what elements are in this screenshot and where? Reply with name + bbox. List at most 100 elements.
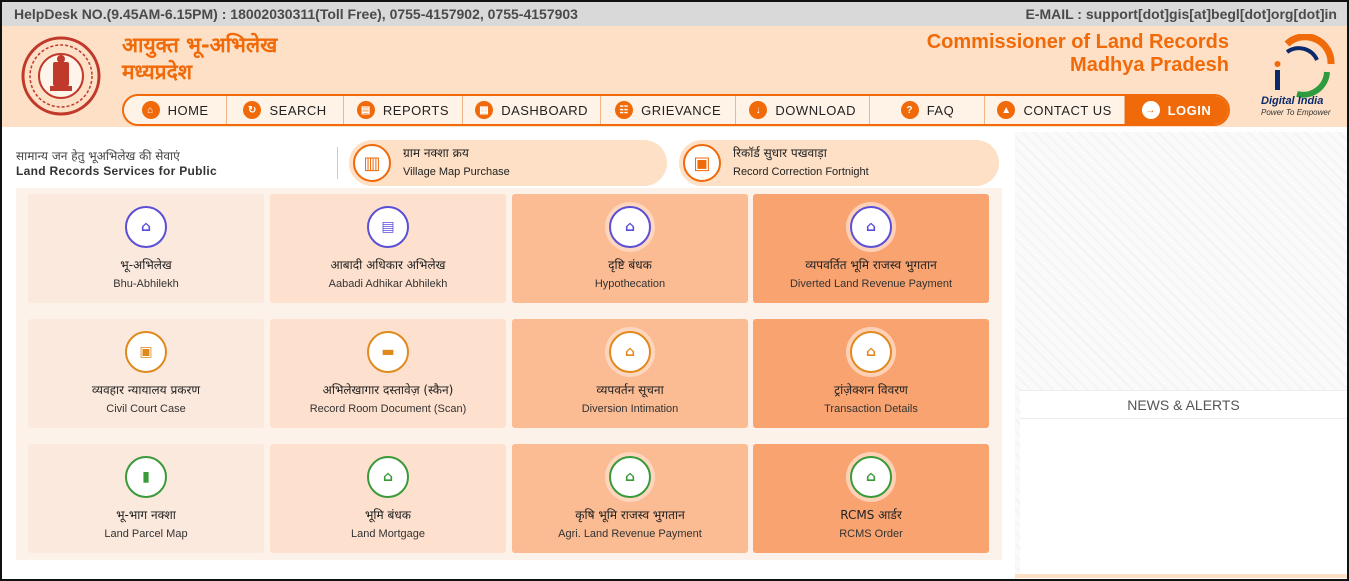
pill-english-label: Record Correction Fortnight (733, 166, 869, 178)
english-title-line1: Commissioner of Land Records (926, 31, 1229, 53)
nav-download[interactable]: ↓ DOWNLOAD (736, 96, 871, 124)
home-icon: ⌂ (850, 206, 892, 248)
nav-download-label: DOWNLOAD (775, 102, 856, 118)
building-icon: ▣ (683, 144, 721, 182)
divider (337, 147, 338, 179)
site-header: आयुक्त भू-अभिलेख मध्यप्रदेश Commissioner… (2, 26, 1347, 127)
tile-hindi-label: भू-अभिलेख (120, 258, 172, 272)
nav-home-label: HOME (167, 102, 209, 118)
document-icon: ▤ (356, 101, 375, 119)
mp-emblem-logo[interactable] (17, 34, 105, 118)
services-heading-english: Land Records Services for Public (16, 164, 217, 178)
helpdesk-text: HelpDesk NO.(9.45AM-6.15PM) : 1800203031… (14, 6, 578, 22)
pill-hindi-label: ग्राम नक्शा क्रय (403, 146, 469, 160)
tile-hindi-label: व्यपवर्तित भूमि राजस्व भुगतान (805, 258, 937, 272)
nav-grievance[interactable]: ☷ GRIEVANCE (601, 96, 736, 124)
tile-agri-land-revenue-payment[interactable]: ⌂ कृषि भूमि राजस्व भुगतान Agri. Land Rev… (512, 444, 748, 553)
services-grid: ⌂ भू-अभिलेख Bhu-Abhilekh ▤ आबादी अधिकार … (16, 188, 1002, 560)
tile-land-parcel-map[interactable]: ▮ भू-भाग नक्शा Land Parcel Map (28, 444, 264, 553)
nav-home[interactable]: ⌂ HOME (124, 96, 228, 124)
home-icon: ⌂ (609, 456, 651, 498)
services-heading: सामान्य जन हेतु भूअभिलेख की सेवाएं Land … (16, 149, 217, 179)
email-text: E-MAIL : support[dot]gis[at]begl[dot]org… (1025, 6, 1337, 22)
tile-hindi-label: अभिलेखागार दस्तावेज़ (स्कैन) (322, 383, 454, 397)
home-icon: ⌂ (850, 456, 892, 498)
tile-english-label: Diverted Land Revenue Payment (789, 278, 953, 290)
pill-english-label: Village Map Purchase (403, 166, 510, 178)
digital-india-label: Digital India (1261, 95, 1324, 107)
faq-icon: ? (900, 101, 919, 119)
tile-hindi-label: कृषि भूमि राजस्व भुगतान (575, 508, 685, 522)
folder-icon: ▬ (367, 331, 409, 373)
tile-english-label: Hypothecation (594, 278, 666, 290)
tile-english-label: Record Room Document (Scan) (309, 403, 467, 415)
tile-hindi-label: भू-भाग नक्शा (116, 508, 176, 522)
chat-icon: ☷ (615, 101, 634, 119)
tile-hindi-label: व्यपवर्तन सूचना (596, 383, 664, 397)
tile-english-label: Transaction Details (824, 403, 918, 415)
tile-hypothecation[interactable]: ⌂ दृष्टि बंधक Hypothecation (512, 194, 748, 303)
nav-reports-label: REPORTS (382, 102, 449, 118)
tile-english-label: Civil Court Case (106, 403, 186, 415)
nav-reports[interactable]: ▤ REPORTS (344, 96, 463, 124)
tile-english-label: Diversion Intimation (581, 403, 679, 415)
home-icon: ⌂ (609, 206, 651, 248)
village-map-purchase-button[interactable]: ▥ ग्राम नक्शा क्रय Village Map Purchase (349, 140, 667, 186)
nav-contact-us[interactable]: ▲ CONTACT US (985, 96, 1125, 124)
nav-dashboard[interactable]: ▦ DASHBOARD (463, 96, 602, 124)
hindi-title-line2: मध्यप्रदेश (122, 60, 193, 84)
news-alerts-title: NEWS & ALERTS (1020, 391, 1347, 419)
tile-english-label: Land Mortgage (351, 528, 425, 540)
tile-english-label: Land Parcel Map (104, 528, 188, 540)
map-icon: ▥ (353, 144, 391, 182)
calendar-icon: ▤ (367, 206, 409, 248)
home-icon: ⌂ (609, 331, 651, 373)
tile-hindi-label: दृष्टि बंधक (608, 258, 652, 272)
services-heading-hindi: सामान्य जन हेतु भूअभिलेख की सेवाएं (16, 149, 180, 163)
nav-dashboard-label: DASHBOARD (501, 102, 589, 118)
pill-hindi-label: रिकॉर्ड सुधार पखवाड़ा (733, 146, 827, 160)
tile-civil-court-case[interactable]: ▣ व्यवहार न्यायालय प्रकरण Civil Court Ca… (28, 319, 264, 428)
tile-aabadi-adhikar-abhilekh[interactable]: ▤ आबादी अधिकार अभिलेख Aabadi Adhikar Abh… (270, 194, 506, 303)
home-icon: ⌂ (850, 331, 892, 373)
helpdesk-bar: HelpDesk NO.(9.45AM-6.15PM) : 1800203031… (2, 2, 1347, 26)
location-icon: ▲ (997, 101, 1016, 119)
news-alerts-panel: NEWS & ALERTS (1020, 390, 1347, 579)
home-icon: ⌂ (125, 206, 167, 248)
english-site-title: Commissioner of Land Records Madhya Prad… (927, 31, 1229, 77)
digital-india-tagline: Power To Empower (1261, 108, 1331, 117)
nav-contact-label: CONTACT US (1023, 102, 1112, 118)
hindi-site-title: आयुक्त भू-अभिलेख मध्यप्रदेश (122, 32, 277, 86)
tile-english-label: RCMS Order (839, 528, 903, 540)
home-icon: ⌂ (141, 101, 160, 119)
tile-hindi-label: आबादी अधिकार अभिलेख (330, 258, 446, 272)
building-icon: ▣ (125, 331, 167, 373)
nav-login-label: LOGIN (1167, 102, 1212, 118)
hindi-title-line1: आयुक्त भू-अभिलेख (122, 33, 278, 57)
book-icon: ▮ (125, 456, 167, 498)
tile-diverted-land-revenue-payment[interactable]: ⌂ व्यपवर्तित भूमि राजस्व भुगतान Diverted… (753, 194, 989, 303)
tile-diversion-intimation[interactable]: ⌂ व्यपवर्तन सूचना Diversion Intimation (512, 319, 748, 428)
tile-english-label: Bhu-Abhilekh (113, 278, 179, 290)
record-correction-fortnight-button[interactable]: ▣ रिकॉर्ड सुधार पखवाड़ा Record Correctio… (679, 140, 999, 186)
tile-hindi-label: ट्रांज़ेक्शन विवरण (834, 383, 908, 397)
tile-transaction-details[interactable]: ⌂ ट्रांज़ेक्शन विवरण Transaction Details (753, 319, 989, 428)
nav-search[interactable]: ↻ SEARCH (227, 96, 345, 124)
tile-land-mortgage[interactable]: ⌂ भूमि बंधक Land Mortgage (270, 444, 506, 553)
main-nav: ⌂ HOME ↻ SEARCH ▤ REPORTS ▦ DASHBOARD ☷ … (122, 94, 1230, 126)
nav-login[interactable]: → LOGIN (1124, 96, 1228, 124)
tile-hindi-label: व्यवहार न्यायालय प्रकरण (91, 383, 201, 397)
nav-faq[interactable]: ? FAQ (870, 96, 986, 124)
nav-grievance-label: GRIEVANCE (641, 102, 722, 118)
tile-hindi-label: भूमि बंधक (365, 508, 411, 522)
tile-hindi-label: RCMS आर्डर (840, 508, 902, 522)
download-icon: ↓ (749, 101, 768, 119)
dashboard-icon: ▦ (475, 101, 494, 119)
nav-faq-label: FAQ (926, 102, 955, 118)
login-icon: → (1141, 101, 1160, 119)
english-title-line2: Madhya Pradesh (1070, 54, 1229, 76)
tile-rcms-order[interactable]: ⌂ RCMS आर्डर RCMS Order (753, 444, 989, 553)
tile-record-room-document[interactable]: ▬ अभिलेखागार दस्तावेज़ (स्कैन) Record Ro… (270, 319, 506, 428)
tile-bhu-abhilekh[interactable]: ⌂ भू-अभिलेख Bhu-Abhilekh (28, 194, 264, 303)
panel-bottom-border (1015, 574, 1347, 578)
